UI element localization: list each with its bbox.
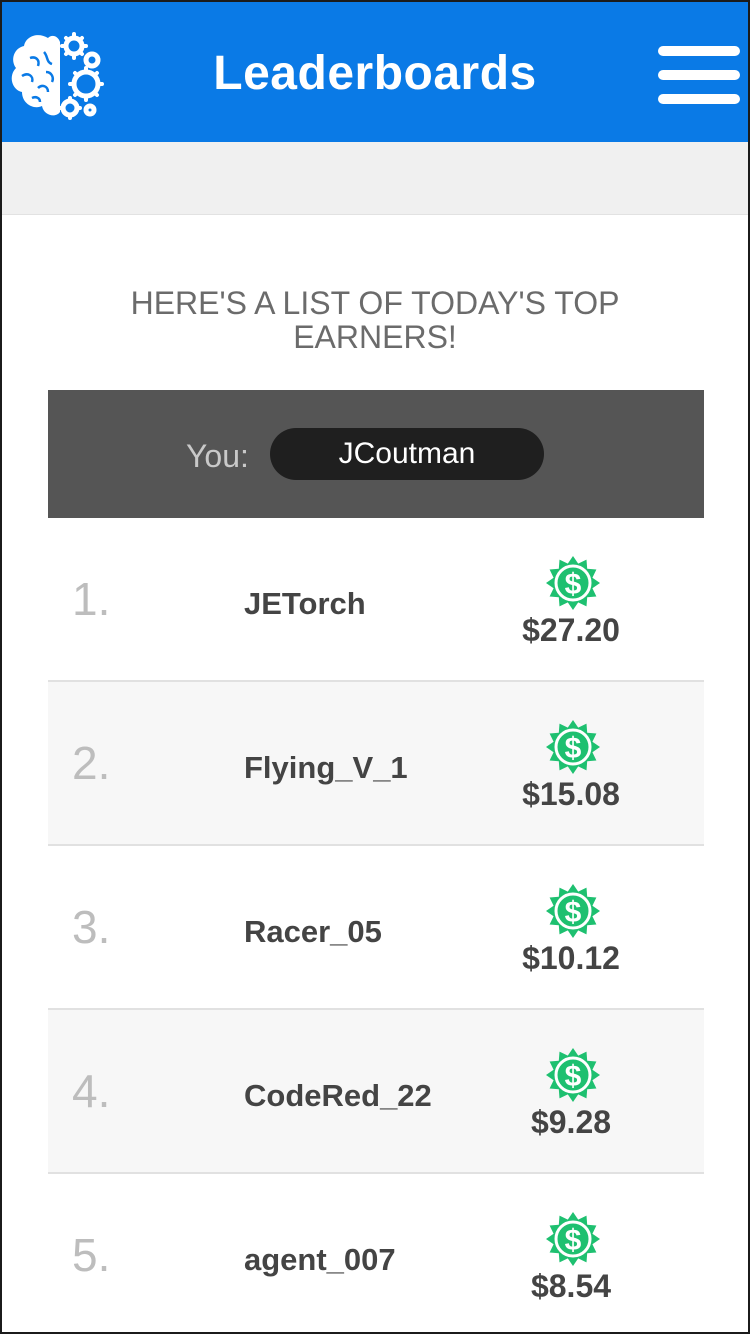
svg-text:$: $ — [565, 732, 582, 765]
hamburger-menu-icon[interactable] — [658, 42, 740, 108]
earnings-amount: $10.12 — [522, 940, 620, 976]
rank-number: 2. — [72, 737, 111, 789]
svg-text:$: $ — [565, 568, 582, 601]
intro-text: HERE'S A LIST OF TODAY'S TOP EARNERS! — [130, 285, 620, 355]
player-name: JETorch — [244, 586, 366, 621]
earnings-amount: $8.54 — [530, 1268, 612, 1304]
leaderboard-row[interactable]: 3. Racer_05 $ $10.12 — [48, 846, 704, 1010]
player-name: Racer_05 — [244, 914, 382, 949]
player-name: agent_007 — [244, 1242, 396, 1277]
app-screen: Leaderboards HERE'S A LIST OF TODAY'S TO… — [0, 0, 750, 1334]
leaderboard-row[interactable]: 5. agent_007 $ $8.54 — [48, 1174, 704, 1332]
rank-number: 5. — [72, 1229, 111, 1281]
dollar-badge-icon: $ — [546, 720, 600, 774]
menu-line — [658, 94, 740, 104]
menu-line — [658, 46, 740, 56]
current-user-name: JCoutman — [270, 428, 544, 480]
dollar-badge-icon: $ — [546, 1212, 600, 1266]
earnings-amount: $15.08 — [522, 776, 620, 812]
player-name: CodeRed_22 — [244, 1078, 432, 1113]
earnings-amount: $9.28 — [530, 1104, 612, 1140]
you-label: You: — [186, 438, 249, 474]
leaderboard-list: 1. JETorch $ $27.20 2. Flying_V_1 $ $15.… — [48, 518, 704, 1332]
svg-text:$: $ — [565, 896, 582, 929]
rank-number: 1. — [72, 573, 111, 625]
svg-text:$: $ — [565, 1224, 582, 1257]
earnings-amount: $27.20 — [522, 612, 620, 648]
sub-header-bar — [2, 142, 748, 215]
leaderboard-row[interactable]: 2. Flying_V_1 $ $15.08 — [48, 682, 704, 846]
menu-line — [658, 70, 740, 80]
dollar-badge-icon: $ — [546, 884, 600, 938]
app-header: Leaderboards — [2, 2, 748, 142]
rank-number: 4. — [72, 1065, 111, 1117]
dollar-badge-icon: $ — [546, 1048, 600, 1102]
page-title: Leaderboards — [213, 47, 537, 100]
dollar-badge-icon: $ — [546, 556, 600, 610]
current-user-bar: You: JCoutman — [48, 390, 704, 518]
rank-number: 3. — [72, 901, 111, 953]
player-name: Flying_V_1 — [244, 750, 408, 785]
svg-text:$: $ — [565, 1060, 582, 1093]
leaderboard-row[interactable]: 1. JETorch $ $27.20 — [48, 518, 704, 682]
leaderboard-row[interactable]: 4. CodeRed_22 $ $9.28 — [48, 1010, 704, 1174]
